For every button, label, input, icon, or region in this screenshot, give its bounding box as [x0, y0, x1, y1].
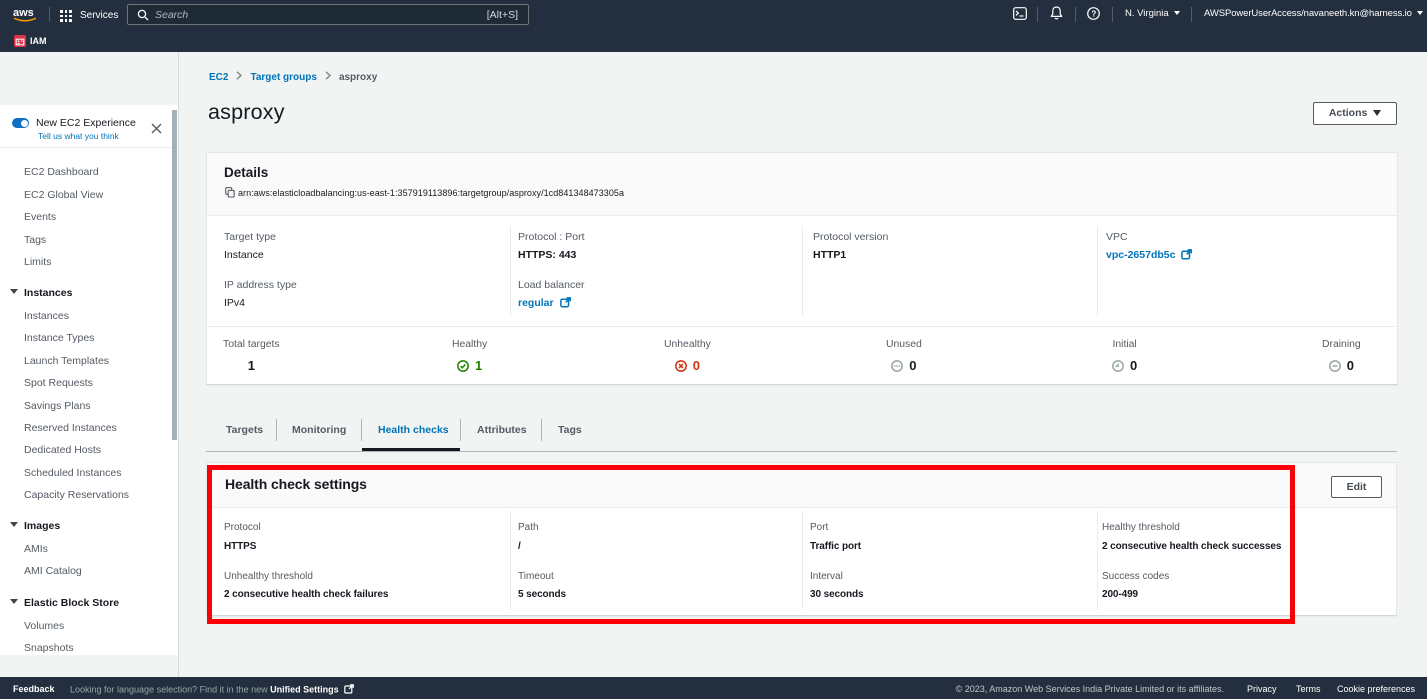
svg-text:aws: aws: [13, 7, 34, 19]
svg-text:?: ?: [1091, 9, 1096, 18]
